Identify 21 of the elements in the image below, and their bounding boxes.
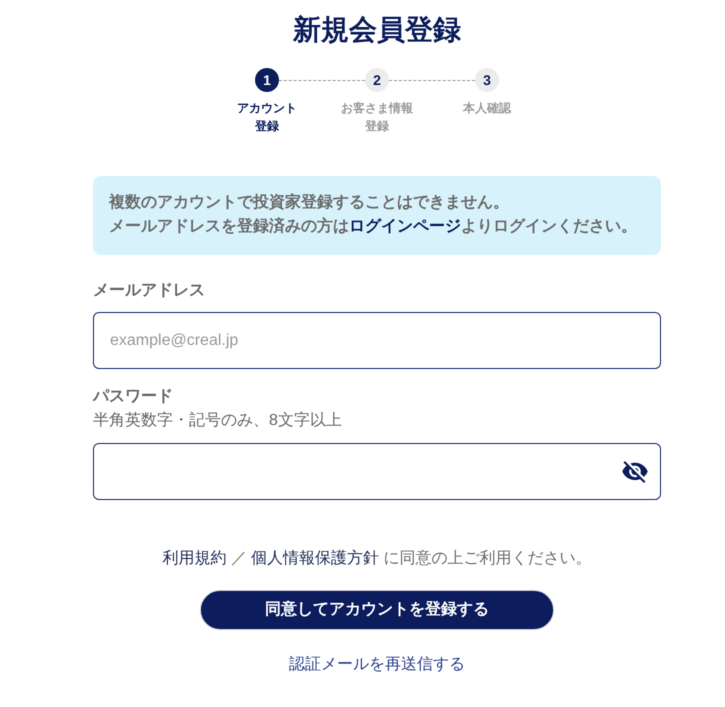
step-label: お客さま情報 登録 (341, 100, 413, 135)
step-number: 2 (365, 68, 389, 92)
notice-text: メールアドレスを登録済みの方は ログインページよりログインください。 (109, 216, 638, 237)
step-label: 本人確認 (463, 100, 511, 117)
policy-link[interactable]: 利用規約 (162, 550, 226, 567)
step-number: 3 (475, 68, 499, 92)
agreement-text: 利用規約 ／ 個人情報保護方針 に同意の上ご利用ください。 (162, 548, 592, 569)
password-input-field[interactable] (93, 443, 661, 500)
login-page-link[interactable]: ログインページ (349, 218, 461, 235)
eye-slash-icon[interactable] (622, 460, 648, 482)
email-input-field[interactable]: example@creal.jp (93, 312, 661, 369)
page-title: 新規会員登録 (293, 13, 461, 47)
step-label: アカウント 登録 (237, 100, 297, 135)
resend-email-link[interactable]: 認証メールを再送信する (289, 653, 465, 677)
notice-text: 複数のアカウントで投資家登録することはできません。 (109, 192, 510, 213)
step-number: 1 (255, 68, 279, 92)
register-account-button[interactable]: 同意してアカウントを登録する (200, 590, 554, 630)
field-hint: 半角英数字・記号のみ、8文字以上 (93, 410, 343, 431)
field-label: メールアドレス (93, 281, 206, 301)
field-label: パスワード (93, 387, 174, 407)
policy-link[interactable]: 個人情報保護方針 (251, 550, 380, 567)
